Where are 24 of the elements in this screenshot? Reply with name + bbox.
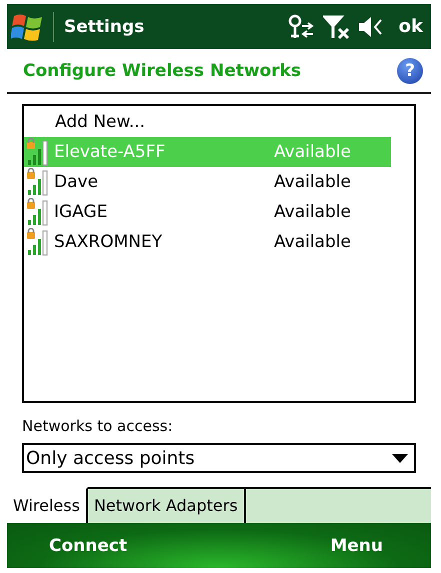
network-row[interactable]: Dave Available	[24, 167, 391, 197]
network-status: Available	[274, 202, 351, 222]
no-signal-icon[interactable]	[322, 14, 351, 40]
network-name: Elevate-A5FF	[54, 142, 166, 162]
help-button[interactable]: ?	[397, 58, 423, 84]
network-name: Dave	[54, 172, 100, 192]
access-label: Networks to access:	[22, 417, 174, 437]
caret-icon	[392, 454, 408, 462]
network-row[interactable]: IGAGE Available	[24, 197, 391, 227]
network-name: IGAGE	[54, 202, 108, 222]
ok-button[interactable]: ok	[398, 16, 423, 37]
network-status: Available	[274, 172, 351, 192]
softkey[interactable]: Menu	[330, 536, 383, 556]
start-button[interactable]	[11, 12, 45, 42]
network-row[interactable]: SAXROMNEY Available	[24, 227, 391, 257]
window-title: Settings	[64, 16, 146, 36]
tab[interactable]: Wireless	[7, 487, 88, 523]
softkey[interactable]: Connect	[49, 536, 128, 556]
network-status: Available	[274, 232, 351, 252]
add-new-item[interactable]: Add New...	[24, 107, 414, 137]
page-title: Configure Wireless Networks	[23, 60, 302, 80]
network-status: Available	[274, 142, 351, 162]
network-name: SAXROMNEY	[54, 232, 164, 252]
access-dropdown[interactable]: Only access points	[22, 443, 416, 473]
